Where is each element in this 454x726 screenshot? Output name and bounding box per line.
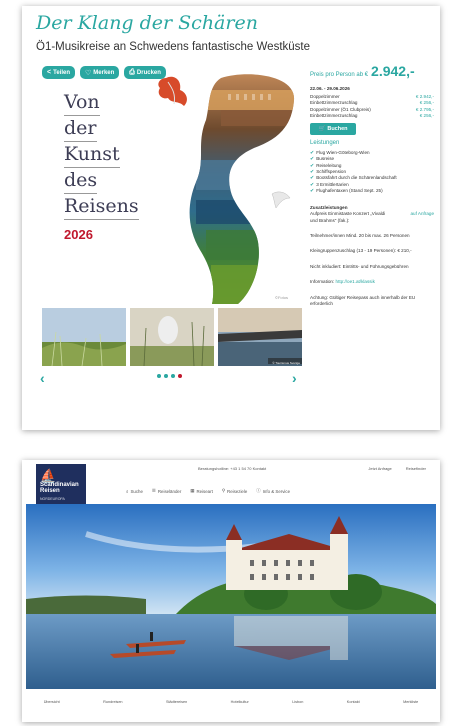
pagination-dot[interactable] — [164, 374, 168, 378]
passport-warning: Achtung: Gültiger Reisepass auch innerha… — [310, 294, 416, 306]
footer-link[interactable]: Merkliste — [403, 700, 418, 704]
gallery-thumbnail[interactable] — [130, 308, 214, 366]
extras-link[interactable]: auf Anfrage — [411, 211, 435, 224]
info-icon: ⓘ — [256, 488, 261, 493]
chevron-right-icon: › — [292, 370, 297, 386]
extras-row: Aufpreis Einmistaste Konzert „Vivaldi un… — [310, 211, 434, 224]
logo-brand-text: Scandinavian Reisen — [40, 482, 79, 494]
cart-icon: 🛒 — [318, 126, 326, 133]
note-small-group: Kleingruppenzuschlag (13 - 19 Personen):… — [310, 248, 412, 254]
hotline-text: Beratungshotline: +43 1 54 70 Kontakt — [198, 466, 267, 471]
info-line: Information: http://oe1.at/klassik — [310, 279, 434, 285]
share-icon: < — [47, 69, 52, 76]
info-link[interactable]: http://oe1.at/klassik — [336, 279, 375, 284]
inquiry-link[interactable]: Jetzt Anfrage — [368, 466, 391, 471]
hero-line: des — [64, 168, 98, 194]
info-prefix: Information: — [310, 279, 335, 285]
bookmark-label: Merken — [93, 69, 115, 76]
nav-item-search[interactable]: ⌕ Suche — [126, 488, 143, 494]
hero-line: Kunst — [64, 142, 120, 168]
hero-line: Von — [64, 90, 100, 116]
hero-line: der — [64, 116, 97, 142]
trip-finder-link[interactable]: Reisefinder — [406, 466, 426, 471]
offer-info-column: Preis pro Person ab € 2.942,- 22.06. - 2… — [310, 63, 434, 307]
page-subtitle: Ö1-Musikreise an Schwedens fantastische … — [36, 41, 310, 53]
nav-label: Reiseart — [196, 488, 213, 494]
check-icon: ✔ — [310, 188, 315, 195]
reed-sunset-image — [130, 308, 214, 366]
price-label: Preis pro Person ab € — [310, 72, 369, 78]
gallery-prev-button[interactable]: ‹ — [40, 370, 45, 386]
top-right-links: Jetzt Anfrage Reisefinder — [368, 466, 426, 471]
homepage-card: ⛵ Scandinavian Reisen NORDEUROPA Beratun… — [22, 460, 440, 722]
gallery-pagination — [157, 374, 182, 378]
nav-item-info[interactable]: ⓘ Info & Service — [256, 488, 290, 494]
search-icon: ⌕ — [126, 488, 129, 494]
share-button[interactable]: < Teilen — [42, 66, 75, 79]
footer-link[interactable]: Übersicht — [44, 700, 60, 704]
chevron-left-icon: ‹ — [40, 370, 45, 386]
thumbnail-credit: © Tourismus Sverige — [272, 361, 300, 365]
book-button[interactable]: 🛒 Buchen — [310, 123, 356, 136]
gallery-thumbnail[interactable]: © Tourismus Sverige — [218, 308, 302, 366]
price-row: Preis pro Person ab € 2.942,- — [310, 63, 434, 79]
footer-link[interactable]: Städtereisen — [166, 700, 187, 704]
gallery-thumbnail[interactable] — [42, 308, 126, 366]
nav-item-travel-type[interactable]: ▦ Reiseart — [190, 488, 213, 494]
nav-item-countries[interactable]: ☰ Reiseländer — [152, 488, 181, 494]
note-not-included: Nicht inkludiert: Eintritts- und Führung… — [310, 263, 409, 269]
heart-icon: ♡ — [85, 69, 92, 77]
price-value: 2.942,- — [371, 63, 415, 79]
pagination-dot-active[interactable] — [178, 374, 182, 378]
service-text: Flughafentaxen (Stand Sept. 25) — [316, 188, 383, 194]
pin-icon: ⚲ — [221, 488, 226, 493]
nav-label: Reiseziele — [227, 488, 248, 494]
room-price-list: Doppelzimmer € 2.942,- Einbettzimmerzusc… — [310, 94, 434, 120]
collage-silhouette-image — [158, 74, 295, 305]
nav-label: Reiseländer — [157, 488, 182, 494]
travel-dates: 22.06. - 29.06.2026 — [310, 86, 350, 92]
list-icon: ☰ — [151, 488, 156, 493]
room-row: Einbettzimmerzuschlag € 256,- — [310, 113, 434, 119]
main-navigation: ⌕ Suche ☰ Reiseländer ▦ Reiseart ⚲ Reiseziel… — [126, 488, 290, 494]
footer-link[interactable]: Hotelkultur — [231, 700, 249, 704]
harbor-evening-image — [218, 308, 302, 366]
grass-coast-image — [42, 308, 126, 366]
pagination-dot[interactable] — [171, 374, 175, 378]
room-price: € 256,- — [419, 113, 434, 119]
gallery-next-button[interactable]: › — [292, 370, 297, 386]
book-label: Buchen — [327, 126, 348, 133]
room-name: Einbettzimmerzuschlag — [310, 113, 358, 119]
photo-credit: ©Fotos — [275, 295, 288, 300]
share-label: Teilen — [53, 69, 70, 76]
services-heading: Leistungen — [310, 140, 340, 147]
page-title: Der Klang der Schären — [36, 12, 258, 34]
logo-tagline: NORDEUROPA — [40, 497, 65, 501]
castle-lake-hero-image — [26, 504, 436, 689]
nav-label: Info & Service — [262, 488, 291, 494]
pagination-dot[interactable] — [157, 374, 161, 378]
extras-text: Aufpreis Einmistaste Konzert „Vivaldi un… — [310, 211, 386, 223]
list-item: ✔ Flughafentaxen (Stand Sept. 25) — [310, 188, 434, 194]
nav-label: Suche — [130, 488, 143, 494]
thumbnail-strip: © Tourismus Sverige — [42, 308, 302, 366]
grid-icon: ▦ — [190, 488, 195, 493]
offer-page-card: Der Klang der Schären Ö1-Musikreise an S… — [22, 6, 440, 430]
nav-item-destinations[interactable]: ⚲ Reiseziele — [222, 488, 247, 494]
bookmark-button[interactable]: ♡ Merken — [80, 66, 120, 79]
sail-logo-icon: ⛵ — [40, 468, 57, 483]
footer-link[interactable]: Kontakt — [347, 700, 360, 704]
note-participants: Teilnehmer/innen Mind. 20 bis max. 26 Pe… — [310, 232, 410, 238]
footer-link[interactable]: Rundreisen — [103, 700, 122, 704]
footer-link[interactable]: Lisbon — [292, 700, 303, 704]
services-list: ✔ Flug Wien-Göteborg-Wien ✔ Busreise ✔ Reis… — [310, 150, 434, 195]
footer-navigation: Übersicht Rundreisen Städtereisen Hotelk… — [22, 700, 440, 704]
